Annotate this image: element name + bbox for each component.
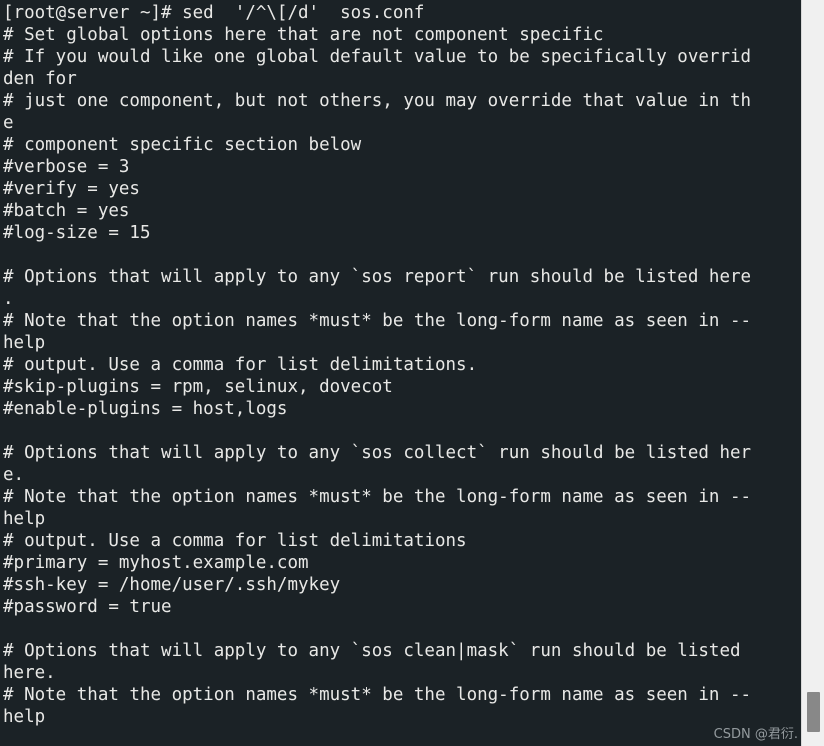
terminal-output-line: #password = true — [3, 597, 172, 617]
terminal-output-line: # Note that the option names *must* be t… — [3, 685, 752, 705]
terminal-output-line: # just one component, but not others, yo… — [3, 91, 752, 111]
terminal-output-line: # Options that will apply to any `sos re… — [3, 267, 752, 287]
terminal-output-line: # Note that the option names *must* be t… — [3, 487, 752, 507]
terminal-output-line: #batch = yes — [3, 201, 130, 221]
terminal-output-line: e — [3, 113, 14, 133]
terminal-output-line: help — [3, 509, 46, 529]
terminal-output-line: # Options that will apply to any `sos cl… — [3, 641, 741, 661]
vertical-scrollbar-track[interactable] — [801, 0, 824, 746]
terminal-prompt-line: [root@server ~]# sed '/^\[/d' sos.conf — [3, 3, 425, 23]
terminal-window[interactable]: [root@server ~]# sed '/^\[/d' sos.conf # … — [0, 0, 824, 746]
terminal-output-area[interactable]: [root@server ~]# sed '/^\[/d' sos.conf # … — [0, 0, 801, 746]
terminal-output-line: #ssh-key = /home/user/.ssh/mykey — [3, 575, 341, 595]
terminal-output-line: help — [3, 707, 46, 727]
terminal-output-line: # Note that the option names *must* be t… — [3, 311, 752, 331]
terminal-output-line: . — [3, 289, 14, 309]
terminal-output-line: #verbose = 3 — [3, 157, 130, 177]
terminal-output-line: # component specific section below — [3, 135, 362, 155]
terminal-output-line: #primary = myhost.example.com — [3, 553, 309, 573]
terminal-output-line: den for — [3, 69, 77, 89]
terminal-output-line: here. — [3, 663, 56, 683]
terminal-output-line: # Options that will apply to any `sos co… — [3, 443, 752, 463]
terminal-output-line: # output. Use a comma for list delimitat… — [3, 355, 478, 375]
terminal-output-line: help — [3, 333, 46, 353]
terminal-output-line: # If you would like one global default v… — [3, 47, 752, 67]
terminal-output-line: #verify = yes — [3, 179, 140, 199]
vertical-scrollbar-thumb[interactable] — [807, 692, 820, 732]
terminal-output-line: #enable-plugins = host,logs — [3, 399, 288, 419]
terminal-output-line: #skip-plugins = rpm, selinux, dovecot — [3, 377, 393, 397]
terminal-output-line: #log-size = 15 — [3, 223, 151, 243]
terminal-output-line: # output. Use a comma for list delimitat… — [3, 531, 467, 551]
terminal-output-line: # Set global options here that are not c… — [3, 25, 604, 45]
terminal-output-line: e. — [3, 465, 25, 485]
